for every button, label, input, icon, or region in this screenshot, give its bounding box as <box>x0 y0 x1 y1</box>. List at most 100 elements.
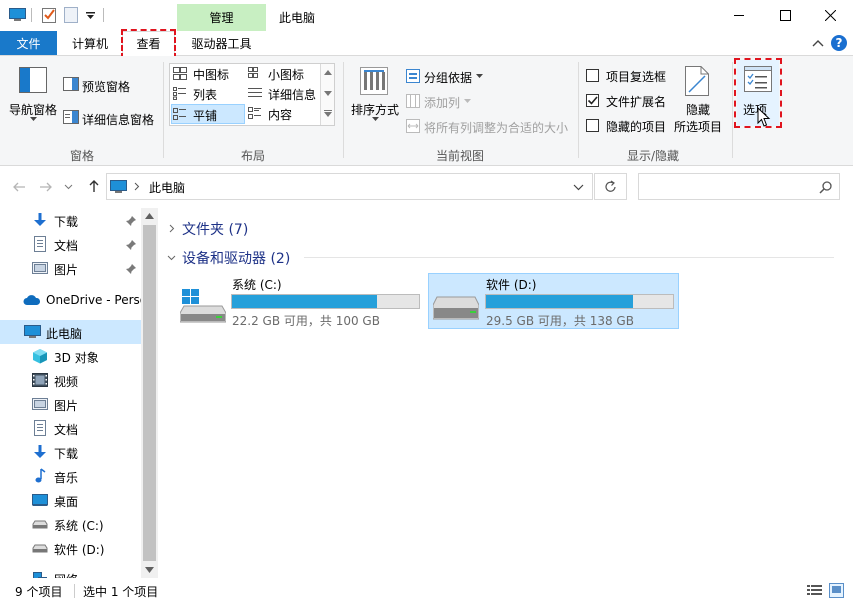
pictures-icon <box>32 260 48 276</box>
tab-file[interactable]: 文件 <box>0 31 57 55</box>
layout-details[interactable]: 详细信息 <box>246 85 320 102</box>
pin-icon[interactable] <box>126 239 136 253</box>
nav-item[interactable]: 图片 <box>0 256 141 280</box>
recent-locations-button[interactable] <box>64 182 74 192</box>
maximize-button[interactable] <box>762 0 808 30</box>
pc-icon <box>9 8 26 21</box>
ribbon-separator <box>343 62 344 158</box>
add-columns-label: 添加列 <box>424 96 461 110</box>
nav-item[interactable]: 软件 (D:) <box>0 536 141 560</box>
size-all-columns-button[interactable]: 将所有列调整为合适的大小 <box>404 116 574 136</box>
document-icon <box>32 236 48 252</box>
nav-item-label: 图片 <box>54 263 79 277</box>
nav-item[interactable]: 视频 <box>0 368 141 392</box>
breadcrumb-chevron-icon[interactable] <box>134 182 140 191</box>
nav-item-label: 图片 <box>54 399 79 413</box>
pin-icon[interactable] <box>126 263 136 277</box>
nav-item-label: 音乐 <box>54 471 79 485</box>
drive-tile-c[interactable]: 系统 (C:) 22.2 GB 可用，共 100 GB <box>174 274 424 328</box>
large-icons-view-icon[interactable] <box>829 583 844 598</box>
ribbon-separator <box>732 62 733 158</box>
drive-tile-d[interactable]: 软件 (D:) 29.5 GB 可用，共 138 GB <box>428 273 679 329</box>
layout-tiles[interactable]: 平铺 <box>171 104 245 124</box>
hidden-items-checkbox[interactable] <box>586 119 599 132</box>
refresh-button[interactable] <box>594 173 627 200</box>
address-bar[interactable]: 此电脑 <box>106 173 593 200</box>
pin-icon[interactable] <box>126 215 136 229</box>
tab-drive-tools[interactable]: 驱动器工具 <box>177 31 266 55</box>
customize-toolbar-icon[interactable] <box>86 12 95 20</box>
nav-item[interactable]: 桌面 <box>0 488 141 512</box>
nav-item[interactable]: 3D 对象 <box>0 344 141 368</box>
music-icon <box>32 468 48 484</box>
group-by-button[interactable]: 分组依据 <box>404 66 494 86</box>
close-button[interactable] <box>807 0 853 30</box>
layout-gallery-scroll[interactable] <box>320 64 334 125</box>
folders-group-header[interactable]: 文件夹 (7) <box>166 218 466 238</box>
back-button[interactable] <box>10 178 28 196</box>
file-name-extensions-label: 文件扩展名 <box>606 95 667 109</box>
dropdown-arrow-icon <box>464 99 471 103</box>
item-check-boxes-checkbox[interactable] <box>586 69 599 82</box>
hide-selected-label-1: 隐藏 <box>686 103 711 117</box>
medium-icons-icon <box>173 67 187 80</box>
up-button[interactable] <box>85 177 103 195</box>
nav-item[interactable]: 此电脑 <box>0 320 141 344</box>
details-view-icon[interactable] <box>807 584 822 597</box>
nav-item-label: OneDrive - Perso <box>46 293 148 307</box>
manage-tab-label: 管理 <box>209 11 234 25</box>
item-check-boxes-toggle[interactable]: 项目复选框 <box>585 66 675 84</box>
scroll-down-icon[interactable] <box>145 567 154 573</box>
sort-by-button[interactable]: 排序方式 <box>348 62 402 132</box>
layout-medium-icons-label: 中图标 <box>193 68 230 82</box>
new-folder-icon[interactable] <box>64 7 78 23</box>
file-name-extensions-toggle[interactable]: 文件扩展名 <box>585 91 675 109</box>
drive-c-usage-bar <box>231 294 420 309</box>
layout-details-label: 详细信息 <box>268 88 317 102</box>
forward-button[interactable] <box>37 178 55 196</box>
nav-item[interactable]: 音乐 <box>0 464 141 488</box>
minimize-button[interactable] <box>716 0 762 30</box>
devices-group-header[interactable]: 设备和驱动器 (2) <box>166 247 846 267</box>
hide-selected-items-button[interactable]: 隐藏 所选项目 <box>672 62 728 136</box>
pictures-icon <box>32 396 48 412</box>
details-pane-button[interactable]: 详细信息窗格 <box>62 108 158 128</box>
nav-item[interactable]: 下载 <box>0 208 141 232</box>
nav-item[interactable]: 系统 (C:) <box>0 512 141 536</box>
properties-icon[interactable] <box>42 7 56 23</box>
maximize-icon <box>779 9 791 21</box>
layout-list[interactable]: 列表 <box>171 85 245 102</box>
layout-content[interactable]: 内容 <box>246 105 320 123</box>
hidden-items-toggle[interactable]: 隐藏的项目 <box>585 116 675 134</box>
scroll-up-icon[interactable] <box>145 213 154 219</box>
chevron-down-icon <box>167 255 176 261</box>
nav-item[interactable]: 文档 <box>0 232 141 256</box>
help-button[interactable]: ? <box>831 35 847 51</box>
nav-pane-scrollbar[interactable] <box>141 208 158 578</box>
tab-computer[interactable]: 计算机 <box>60 31 120 55</box>
search-box[interactable] <box>638 173 840 200</box>
address-history-chevron-icon[interactable] <box>573 184 584 191</box>
file-name-extensions-checkbox[interactable] <box>586 94 599 107</box>
nav-pane-button[interactable]: 导航窗格 <box>6 62 60 132</box>
layout-medium-icons[interactable]: 中图标 <box>171 65 245 82</box>
layout-small-icons[interactable]: 小图标 <box>246 65 320 82</box>
current-view-group-name: 当前视图 <box>436 149 485 163</box>
nav-item[interactable]: 网络 <box>0 566 141 578</box>
pc-icon <box>110 180 127 193</box>
nav-item[interactable]: 文档 <box>0 416 141 440</box>
contextual-tab-manage[interactable]: 管理 <box>177 4 266 31</box>
scrollbar-thumb[interactable] <box>143 225 156 561</box>
dropdown-arrow-icon <box>476 74 483 78</box>
collapse-ribbon-icon[interactable] <box>812 39 824 47</box>
preview-pane-button[interactable]: 预览窗格 <box>62 75 162 95</box>
window-title: 此电脑 <box>279 11 316 25</box>
nav-item[interactable]: 下载 <box>0 440 141 464</box>
toolbar-divider <box>31 8 32 22</box>
tab-view-highlight <box>121 29 176 59</box>
breadcrumb-this-pc[interactable]: 此电脑 <box>149 179 185 196</box>
nav-item[interactable]: 图片 <box>0 392 141 416</box>
nav-item[interactable]: OneDrive - Perso <box>0 288 147 312</box>
drive-d-usage-bar <box>485 294 674 309</box>
add-columns-button[interactable]: 添加列 <box>404 91 494 111</box>
